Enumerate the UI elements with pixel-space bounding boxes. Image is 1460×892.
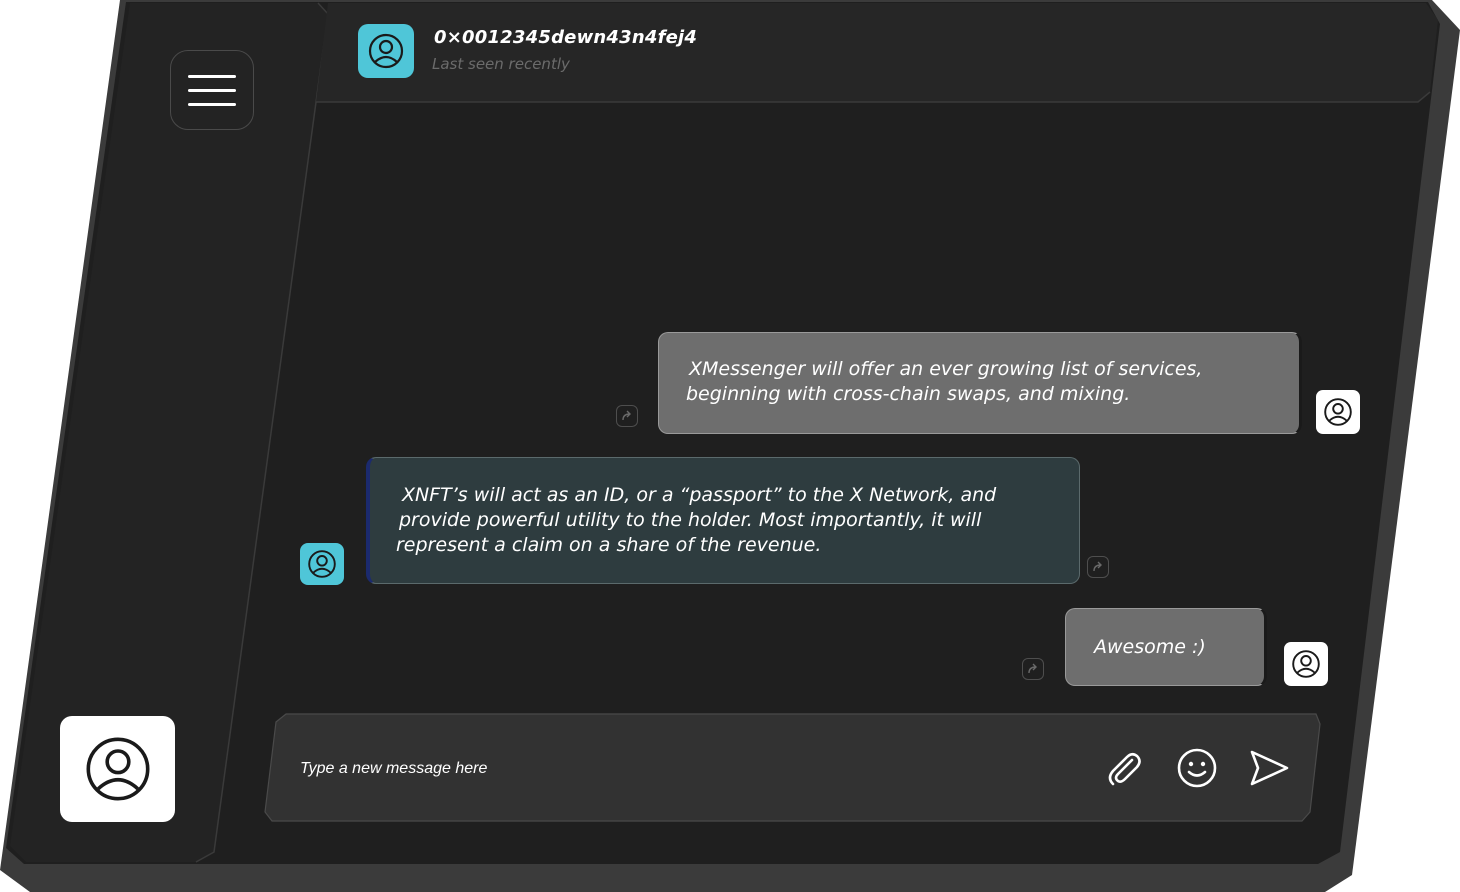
- contact-name: 0×0012345dewn43n4fej4: [434, 27, 698, 48]
- message-bubble-incoming[interactable]: XNFT’s will act as an ID, or a “passport…: [366, 457, 1080, 584]
- smiley-icon[interactable]: [1175, 746, 1219, 790]
- messenger-window: 0×0012345dewn43n4fej4 Last seen recently…: [0, 0, 1460, 892]
- user-avatar-icon: [308, 550, 336, 578]
- share-icon[interactable]: [616, 405, 638, 427]
- send-arrow-icon[interactable]: [1246, 746, 1292, 790]
- menu-line: [188, 102, 236, 106]
- user-avatar-icon: [1324, 398, 1352, 426]
- share-icon[interactable]: [1022, 658, 1044, 680]
- contact-avatar[interactable]: [358, 24, 414, 78]
- message-bubble-outgoing[interactable]: XMessenger will offer an ever growing li…: [658, 332, 1302, 434]
- user-avatar-icon: [1292, 650, 1320, 678]
- user-avatar-icon: [86, 737, 149, 801]
- message-text-line: XNFT’s will act as an ID, or a “passport…: [402, 484, 997, 506]
- user-avatar[interactable]: [1284, 642, 1328, 686]
- message-text-line: Awesome :): [1094, 636, 1206, 658]
- menu-line: [188, 74, 236, 78]
- contact-status: Last seen recently: [432, 55, 570, 73]
- contact-avatar[interactable]: [300, 543, 344, 585]
- message-text-line: beginning with cross-chain swaps, and mi…: [686, 383, 1131, 405]
- user-avatar-icon: [368, 33, 404, 69]
- message-bubble-outgoing[interactable]: Awesome :): [1065, 608, 1267, 686]
- menu-line: [188, 88, 236, 92]
- message-text-line: XMessenger will offer an ever growing li…: [689, 358, 1203, 380]
- paperclip-icon[interactable]: [1100, 745, 1146, 791]
- hamburger-menu-icon[interactable]: [170, 50, 254, 130]
- profile-button[interactable]: [60, 716, 175, 822]
- user-avatar[interactable]: [1316, 390, 1360, 434]
- message-text-line: represent a claim on a share of the reve…: [396, 534, 822, 556]
- message-input[interactable]: [298, 757, 802, 781]
- message-text-line: provide powerful utility to the holder. …: [399, 509, 982, 531]
- share-icon[interactable]: [1087, 556, 1109, 578]
